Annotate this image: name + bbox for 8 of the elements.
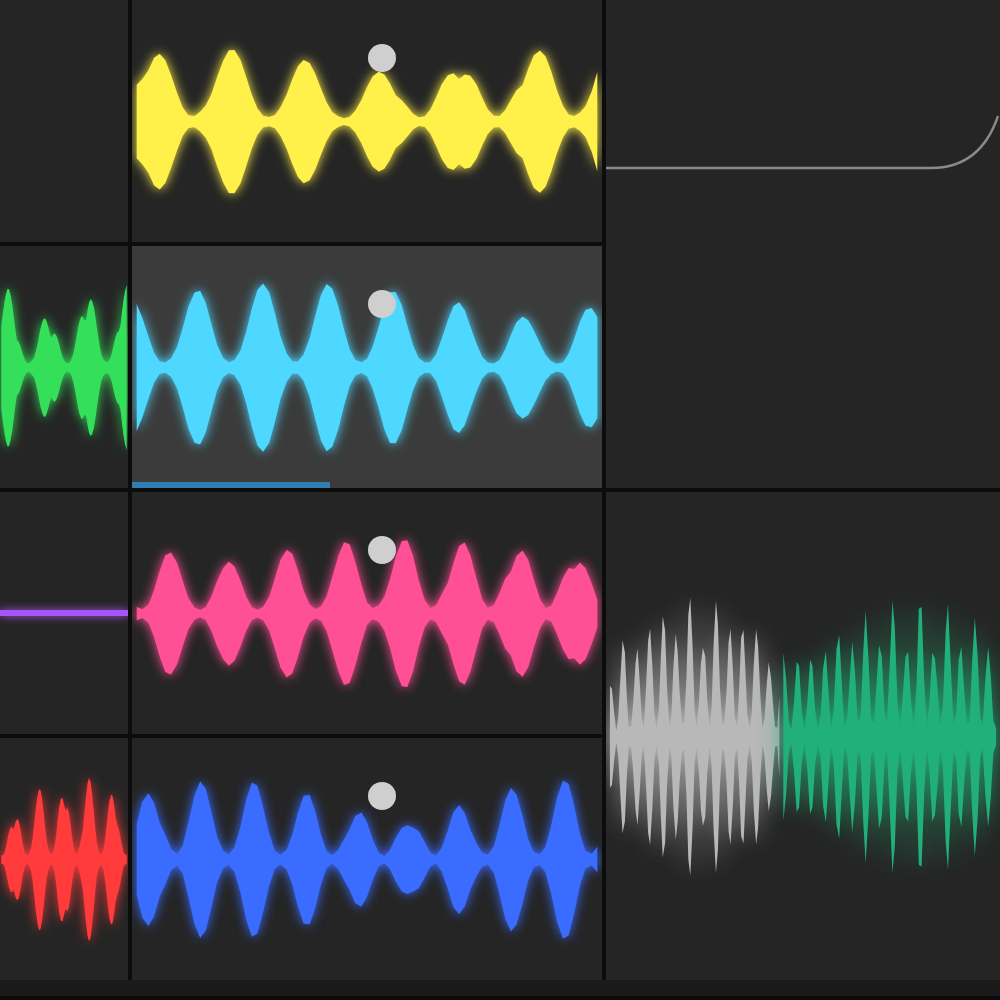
sample-pad[interactable] (606, 492, 1000, 980)
sample-pad[interactable] (132, 246, 602, 488)
marker-icon (367, 536, 395, 564)
sample-pad[interactable] (132, 0, 602, 242)
marker-icon (367, 290, 395, 318)
marker-icon (367, 782, 395, 810)
sample-pad[interactable] (0, 246, 128, 488)
marker-icon (367, 44, 395, 72)
